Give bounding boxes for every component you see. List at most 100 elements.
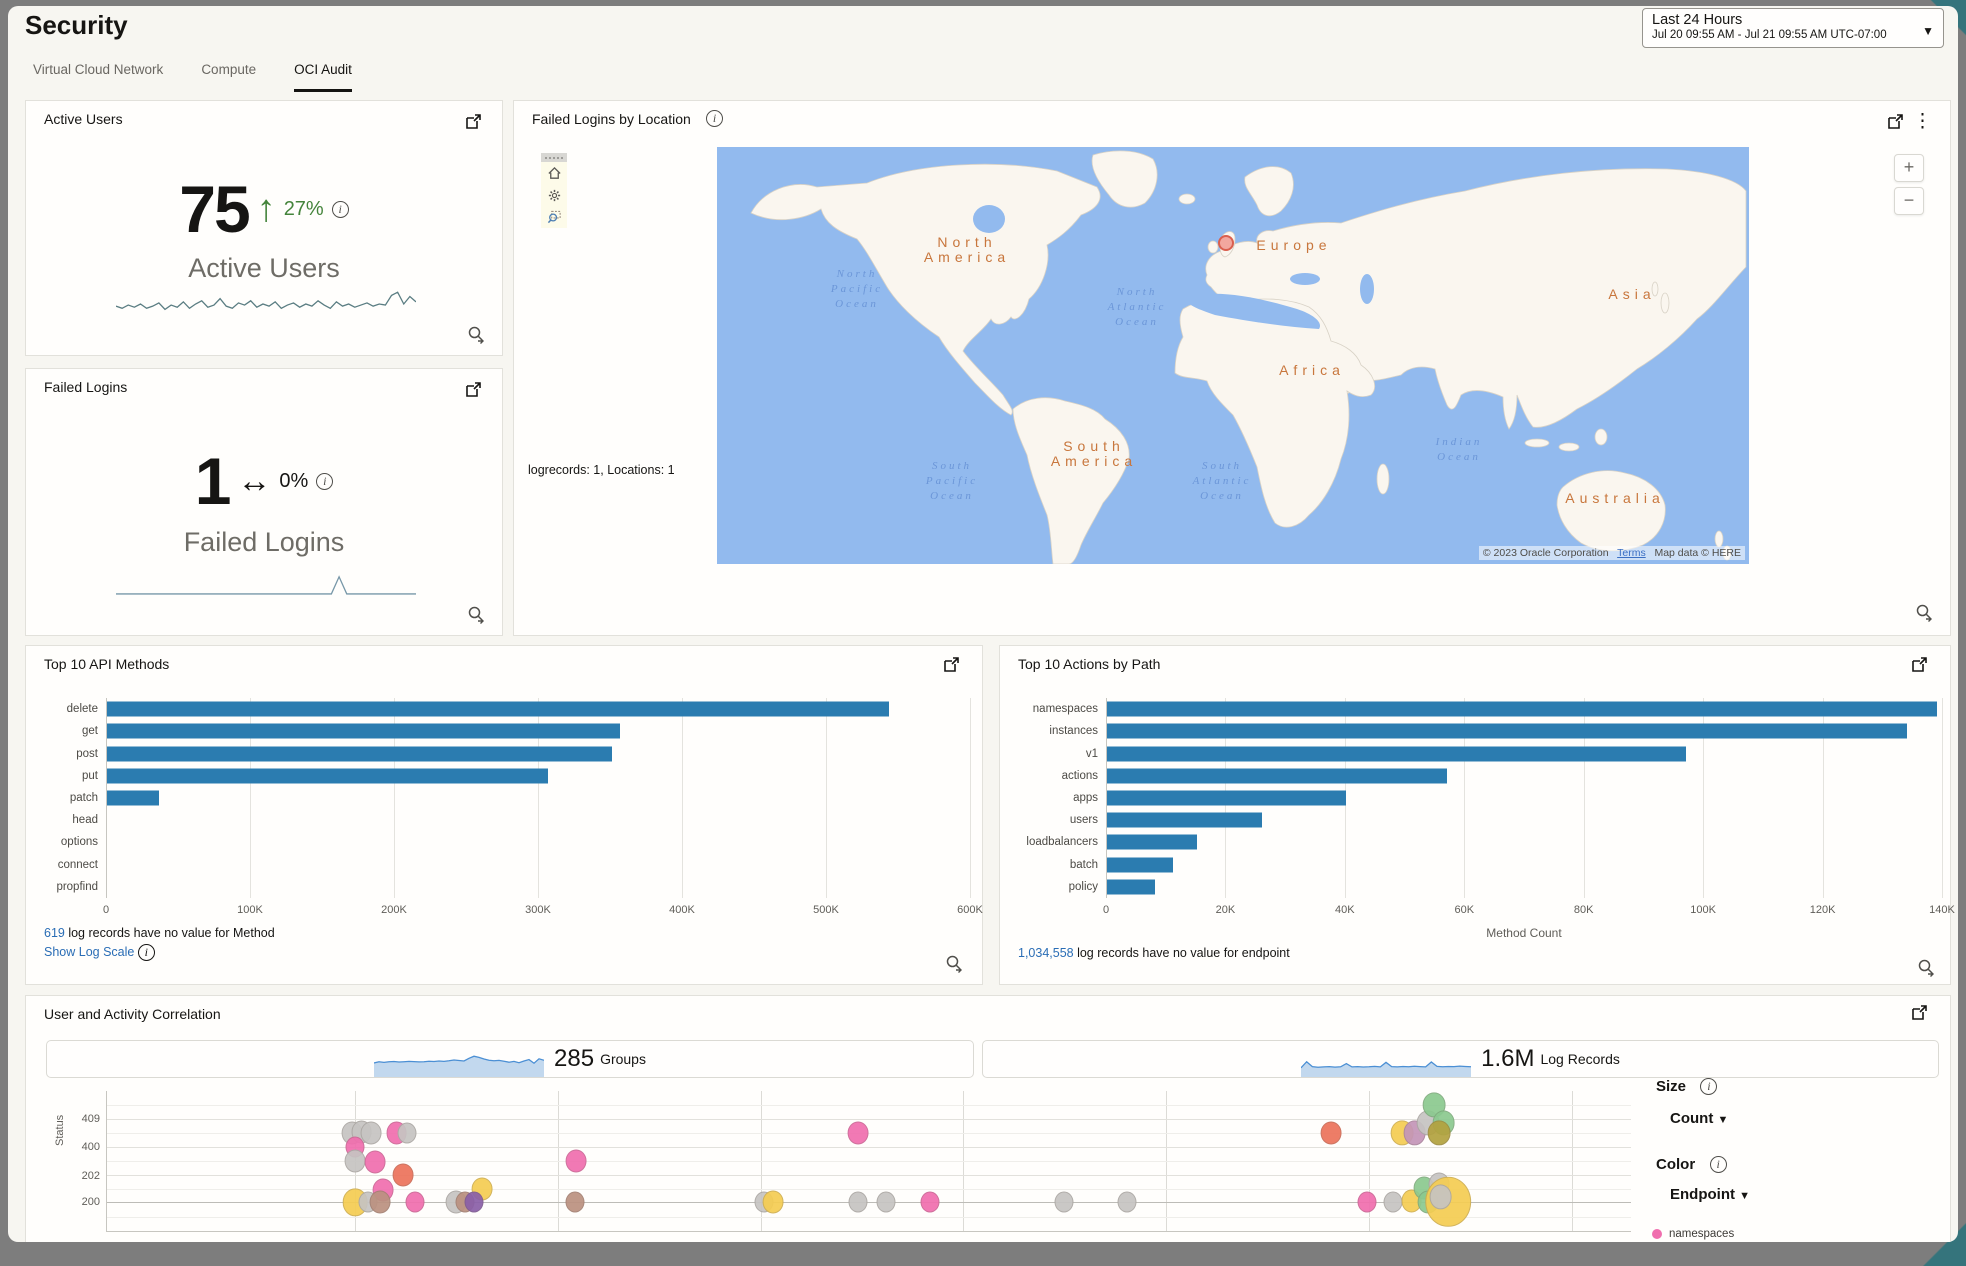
info-icon[interactable]: i (138, 944, 155, 961)
scatter-point (345, 1149, 366, 1172)
external-link-icon[interactable] (464, 381, 482, 399)
size-label: Size (1656, 1078, 1686, 1095)
bar-chart-plot[interactable]: deletegetpostputpatchheadoptionsconnectp… (106, 698, 970, 898)
bar-row[interactable]: connect (106, 854, 970, 876)
zoom-in-button[interactable]: + (1894, 154, 1924, 182)
map-label: SouthPacificOcean (925, 460, 978, 502)
info-icon[interactable]: i (1700, 1078, 1717, 1095)
marquee-zoom-icon[interactable] (541, 206, 567, 228)
map-label: NorthPacificOcean (830, 268, 883, 310)
bar[interactable] (1107, 768, 1447, 783)
drill-search-icon[interactable] (1914, 603, 1934, 623)
y-tick-label: 400 (66, 1141, 100, 1153)
category-label: namespaces (1033, 703, 1098, 715)
minor-gridline (107, 1161, 1631, 1162)
x-tick-label: 40K (1335, 904, 1355, 916)
drill-search-icon[interactable] (1916, 958, 1936, 978)
category-label: connect (58, 859, 98, 871)
bar[interactable] (1107, 857, 1173, 872)
bar[interactable] (1107, 835, 1197, 850)
bar-row[interactable]: delete (106, 698, 970, 720)
groups-summary[interactable]: 285 Groups (46, 1040, 974, 1078)
time-range-selector[interactable]: Last 24 Hours Jul 20 09:55 AM - Jul 21 0… (1642, 8, 1944, 48)
kebab-menu-icon[interactable]: ⋮ (1913, 113, 1932, 131)
bar-row[interactable]: options (106, 831, 970, 853)
bar[interactable] (1107, 790, 1346, 805)
category-label: options (61, 836, 98, 848)
footnote-text: log records have no value for Method (65, 926, 275, 940)
bar[interactable] (107, 790, 159, 805)
bar-row[interactable]: apps (1106, 787, 1942, 809)
drill-search-icon[interactable] (466, 325, 486, 345)
external-link-icon[interactable] (942, 656, 960, 674)
bar-row[interactable]: policy (1106, 876, 1942, 898)
info-icon[interactable]: i (316, 473, 333, 490)
bar[interactable] (107, 702, 889, 717)
x-tick-label: 140K (1929, 904, 1955, 916)
color-value-dropdown[interactable]: Endpoint ▼ (1670, 1186, 1750, 1203)
minor-gridline (107, 1189, 1631, 1190)
category-label: apps (1073, 792, 1098, 804)
bar-row[interactable]: get (106, 720, 970, 742)
bar-row[interactable]: patch (106, 787, 970, 809)
card-title: Active Users (44, 111, 123, 127)
time-range-detail: Jul 20 09:55 AM - Jul 21 09:55 AM UTC-07… (1652, 29, 1913, 41)
bar-chart-plot[interactable]: namespacesinstancesv1actionsappsusersloa… (1106, 698, 1942, 898)
size-value-dropdown[interactable]: Count ▼ (1670, 1110, 1728, 1127)
bar-row[interactable]: actions (1106, 765, 1942, 787)
tab-virtual-cloud-network[interactable]: Virtual Cloud Network (33, 62, 163, 92)
bar-row[interactable]: propfind (106, 876, 970, 898)
kpi-label: Failed Logins (26, 527, 502, 558)
footnote-count-link[interactable]: 619 (44, 926, 65, 940)
bar-row[interactable]: batch (1106, 854, 1942, 876)
info-icon[interactable]: i (332, 201, 349, 218)
drag-handle[interactable] (541, 153, 567, 162)
external-link-icon[interactable] (464, 113, 482, 131)
external-link-icon[interactable] (1910, 1004, 1928, 1022)
chart-title: Top 10 Actions by Path (1018, 656, 1160, 672)
bar-row[interactable]: put (106, 765, 970, 787)
external-link-icon[interactable] (1886, 113, 1904, 131)
scatter-plot[interactable] (106, 1091, 1631, 1232)
bar[interactable] (107, 746, 612, 761)
footnote-count-link[interactable]: 1,034,558 (1018, 946, 1074, 960)
category-label: actions (1062, 770, 1098, 782)
log-records-summary[interactable]: 1.6M Log Records (982, 1040, 1939, 1078)
bar[interactable] (1107, 724, 1907, 739)
category-label: loadbalancers (1026, 836, 1098, 848)
bar-row[interactable]: post (106, 742, 970, 764)
bar[interactable] (1107, 702, 1937, 717)
gridline (970, 698, 971, 898)
drill-search-icon[interactable] (466, 605, 486, 625)
external-link-icon[interactable] (1910, 656, 1928, 674)
bar[interactable] (107, 768, 548, 783)
info-icon[interactable]: i (1710, 1156, 1727, 1173)
bar-row[interactable]: instances (1106, 720, 1942, 742)
correlation-card: User and Activity Correlation 285 Groups… (25, 995, 1951, 1242)
legend-item[interactable]: namespaces (1652, 1228, 1734, 1240)
show-log-scale-link[interactable]: Show Log Scale i (44, 944, 155, 961)
bar-row[interactable]: loadbalancers (1106, 831, 1942, 853)
info-icon[interactable]: i (706, 110, 723, 127)
bar[interactable] (1107, 746, 1686, 761)
drill-search-icon[interactable] (944, 954, 964, 974)
bar-row[interactable]: v1 (1106, 742, 1942, 764)
home-icon[interactable] (541, 162, 567, 184)
tab-oci-audit[interactable]: OCI Audit (294, 62, 352, 92)
bar-row[interactable]: namespaces (1106, 698, 1942, 720)
bar[interactable] (1107, 879, 1155, 894)
bar[interactable] (1107, 813, 1262, 828)
major-gridline (107, 1147, 1631, 1148)
kpi-label: Active Users (26, 253, 502, 284)
bar[interactable] (107, 724, 620, 739)
bar-row[interactable]: head (106, 809, 970, 831)
world-map[interactable]: NorthAmericaEuropeAsiaAfricaSouthAmerica… (717, 147, 1749, 564)
map-terms-link[interactable]: Terms (1617, 547, 1646, 559)
page-title: Security (25, 10, 128, 41)
tab-compute[interactable]: Compute (201, 62, 256, 92)
map-iceland (1179, 194, 1195, 204)
map-ireland (1208, 241, 1218, 253)
gear-icon[interactable] (541, 184, 567, 206)
bar-row[interactable]: users (1106, 809, 1942, 831)
zoom-out-button[interactable]: − (1894, 187, 1924, 215)
